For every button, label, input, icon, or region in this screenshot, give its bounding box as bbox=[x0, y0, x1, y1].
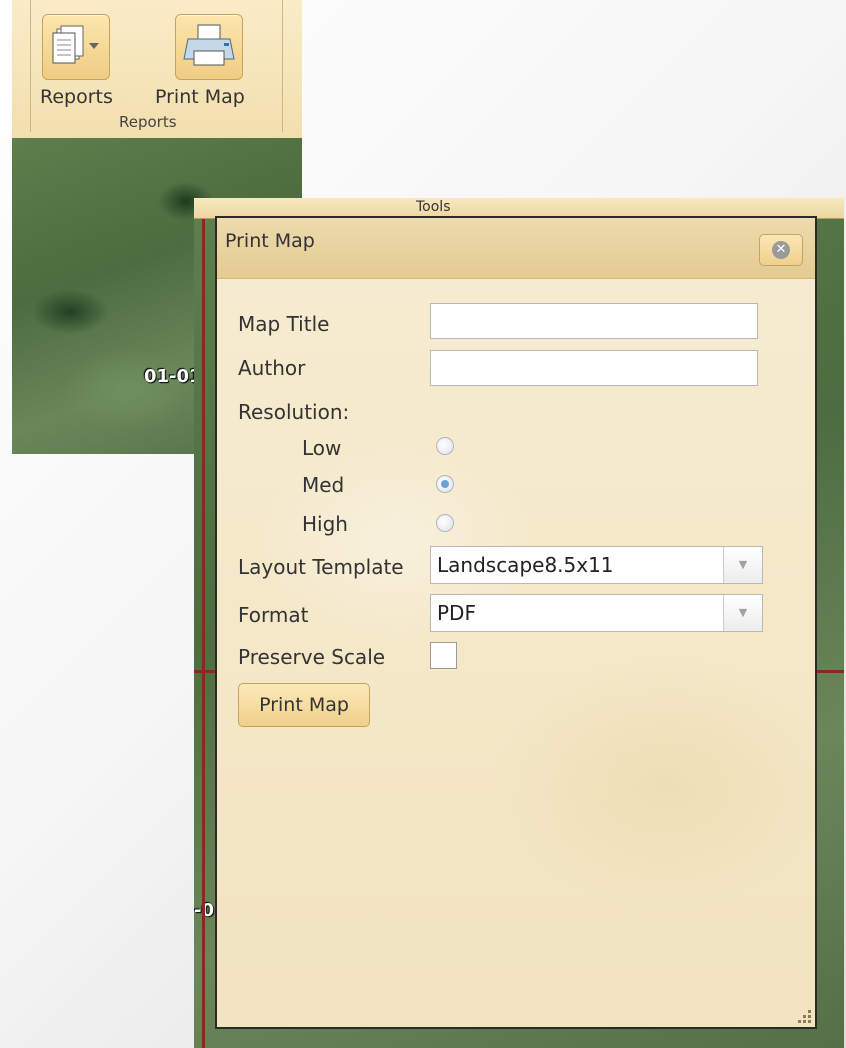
parcel-label: 01-01 bbox=[144, 366, 202, 387]
close-icon: ✕ bbox=[772, 241, 790, 259]
document-stack-icon bbox=[52, 25, 99, 64]
tools-tab-label: Tools bbox=[416, 199, 451, 215]
printer-icon bbox=[183, 24, 235, 66]
chevron-down-icon bbox=[89, 43, 99, 49]
resolution-high-label: High bbox=[302, 512, 348, 536]
print-map-ribbon-button[interactable] bbox=[175, 14, 243, 80]
author-label: Author bbox=[238, 356, 306, 380]
print-map-button[interactable]: Print Map bbox=[238, 683, 370, 727]
close-button[interactable]: ✕ bbox=[759, 234, 803, 266]
preserve-scale-checkbox[interactable] bbox=[430, 642, 457, 669]
resolution-med-radio[interactable] bbox=[436, 475, 454, 493]
map-title-label: Map Title bbox=[238, 312, 330, 336]
resolution-high-radio[interactable] bbox=[436, 514, 454, 532]
ribbon-separator bbox=[30, 0, 31, 132]
reports-button[interactable] bbox=[42, 14, 110, 80]
reports-button-label: Reports bbox=[40, 86, 113, 108]
resolution-label: Resolution: bbox=[238, 400, 350, 424]
format-label: Format bbox=[238, 603, 309, 627]
preserve-scale-label: Preserve Scale bbox=[238, 645, 386, 669]
map-title-input[interactable] bbox=[430, 303, 758, 339]
author-input[interactable] bbox=[430, 350, 758, 386]
layout-template-label: Layout Template bbox=[238, 555, 404, 579]
dialog-title: Print Map bbox=[225, 230, 315, 252]
ribbon-group-label: Reports bbox=[119, 113, 177, 131]
ribbon-separator bbox=[282, 0, 283, 132]
ribbon-reports-group: Reports Print Map Reports bbox=[12, 0, 302, 139]
print-map-dialog: Print Map ✕ Map Title Author Resolution:… bbox=[215, 216, 817, 1029]
print-map-button-label: Print Map bbox=[155, 86, 245, 108]
format-value: PDF bbox=[437, 601, 476, 625]
resolution-low-label: Low bbox=[302, 436, 342, 460]
chevron-down-icon[interactable]: ▼ bbox=[723, 547, 762, 583]
format-select[interactable]: PDF ▼ bbox=[430, 594, 763, 632]
dialog-header: Print Map ✕ bbox=[217, 218, 815, 279]
resize-grip-icon[interactable] bbox=[797, 1009, 811, 1023]
parcel-boundary-line bbox=[202, 216, 205, 1048]
layout-template-select[interactable]: Landscape8.5x11 ▼ bbox=[430, 546, 763, 584]
resolution-med-label: Med bbox=[302, 473, 345, 497]
resolution-low-radio[interactable] bbox=[436, 437, 454, 455]
chevron-down-icon[interactable]: ▼ bbox=[723, 595, 762, 631]
layout-template-value: Landscape8.5x11 bbox=[437, 553, 614, 577]
